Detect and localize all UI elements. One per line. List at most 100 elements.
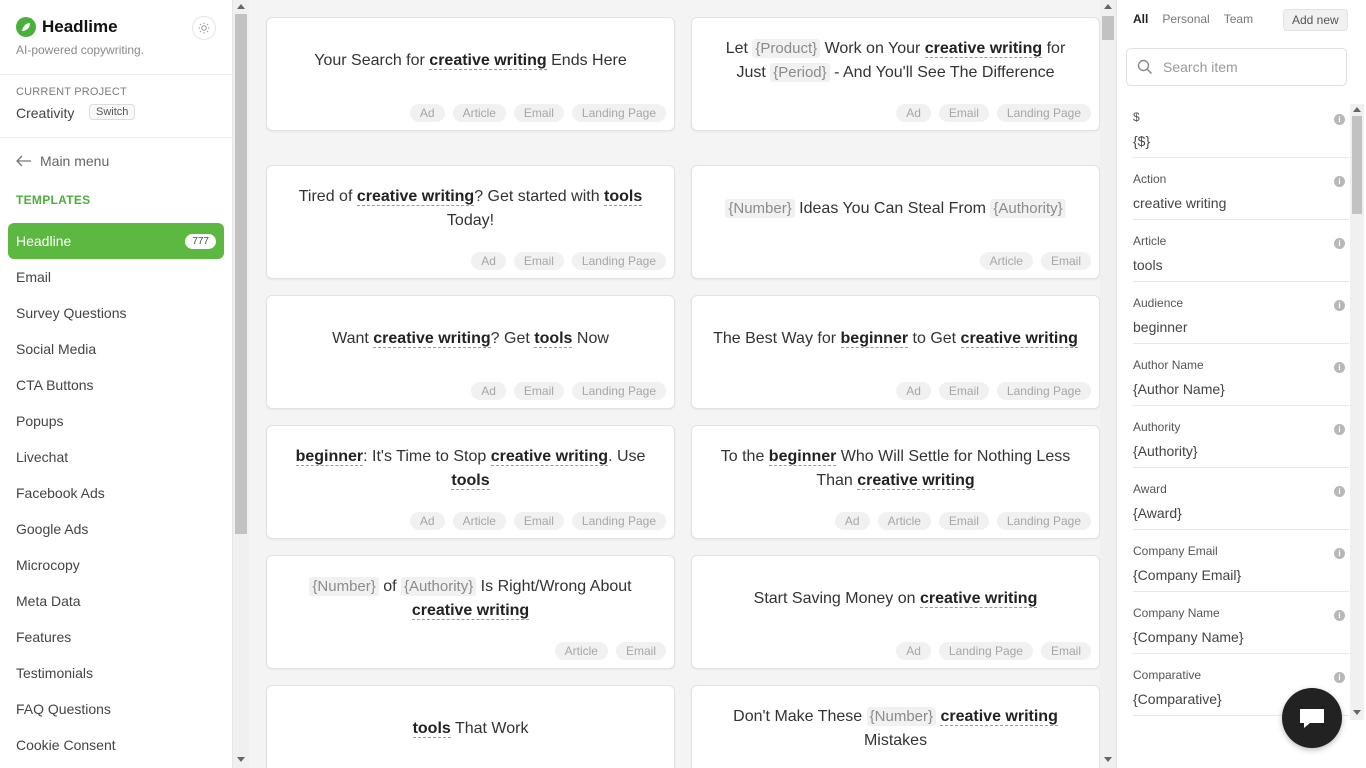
scroll-up-arrow-icon[interactable] xyxy=(1104,4,1112,9)
placeholder-token[interactable]: {Number} xyxy=(309,577,379,596)
tab-personal[interactable]: Personal xyxy=(1162,12,1209,26)
menu-item-features[interactable]: Features xyxy=(8,619,224,655)
scrollbar-thumb[interactable] xyxy=(1102,16,1114,40)
headline-card[interactable]: Don't Make These {Number} creative writi… xyxy=(691,685,1100,768)
tab-all[interactable]: All xyxy=(1133,12,1148,26)
add-new-button[interactable]: Add new xyxy=(1283,9,1348,31)
info-icon[interactable]: i xyxy=(1334,238,1345,249)
variables-scrollbar[interactable] xyxy=(1350,104,1364,720)
variable-value[interactable]: beginner xyxy=(1133,319,1188,335)
variable-item[interactable]: Company Name {Company Name} i xyxy=(1133,592,1349,654)
menu-item-livechat[interactable]: Livechat xyxy=(8,439,224,475)
menu-item-google-ads[interactable]: Google Ads xyxy=(8,511,224,547)
menu-item-popups[interactable]: Popups xyxy=(8,403,224,439)
variable-value[interactable]: creative writing xyxy=(1133,195,1226,211)
menu-item-headline[interactable]: Headline 777 xyxy=(8,223,224,259)
chat-button[interactable] xyxy=(1282,688,1342,748)
scroll-down-arrow-icon[interactable] xyxy=(1353,710,1361,715)
keyword-highlight[interactable]: tools xyxy=(412,720,451,738)
variable-value[interactable]: {Award} xyxy=(1133,505,1182,521)
variable-value[interactable]: tools xyxy=(1133,257,1163,273)
main-menu-link[interactable]: Main menu xyxy=(16,153,109,169)
variable-item[interactable]: $ {$} i xyxy=(1133,96,1349,158)
menu-item-survey-questions[interactable]: Survey Questions xyxy=(8,295,224,331)
menu-item-social-media[interactable]: Social Media xyxy=(8,331,224,367)
variable-item[interactable]: Author Name {Author Name} i xyxy=(1133,344,1349,406)
headline-card[interactable]: {Number} of {Authority} Is Right/Wrong A… xyxy=(266,555,675,669)
variable-item[interactable]: Article tools i xyxy=(1133,220,1349,282)
info-icon[interactable]: i xyxy=(1334,300,1345,311)
scrollbar-thumb[interactable] xyxy=(1352,116,1362,214)
keyword-highlight[interactable]: creative writing xyxy=(960,330,1078,348)
keyword-highlight[interactable]: beginner xyxy=(840,330,909,348)
headline-card[interactable]: The Best Way for beginner to Get creativ… xyxy=(691,295,1100,409)
info-icon[interactable]: i xyxy=(1334,672,1345,683)
keyword-highlight[interactable]: tools xyxy=(534,330,573,348)
headline-card[interactable]: beginner: It's Time to Stop creative wri… xyxy=(266,425,675,539)
headline-card[interactable]: tools That Work xyxy=(266,685,675,768)
variable-value[interactable]: {Authority} xyxy=(1133,443,1198,459)
menu-item-email[interactable]: Email xyxy=(8,259,224,295)
scroll-up-arrow-icon[interactable] xyxy=(237,4,245,9)
menu-item-cta-buttons[interactable]: CTA Buttons xyxy=(8,367,224,403)
info-icon[interactable]: i xyxy=(1334,424,1345,435)
keyword-highlight[interactable]: tools xyxy=(604,188,643,206)
placeholder-token[interactable]: {Authority} xyxy=(401,577,477,596)
info-icon[interactable]: i xyxy=(1334,486,1345,497)
keyword-highlight[interactable]: creative writing xyxy=(356,188,475,206)
keyword-highlight[interactable]: creative writing xyxy=(429,52,547,70)
info-icon[interactable]: i xyxy=(1334,610,1345,621)
headline-card[interactable]: Tired of creative writing? Get started w… xyxy=(266,165,675,279)
variable-item[interactable]: Company Email {Company Email} i xyxy=(1133,530,1349,592)
keyword-highlight[interactable]: creative writing xyxy=(940,708,1058,726)
cards-scrollbar[interactable] xyxy=(1100,0,1116,768)
placeholder-token[interactable]: {Number} xyxy=(866,707,937,726)
info-icon[interactable]: i xyxy=(1334,114,1345,125)
variable-item[interactable]: Authority {Authority} i xyxy=(1133,406,1349,468)
headline-card[interactable]: To the beginner Who Will Settle for Noth… xyxy=(691,425,1100,539)
brand[interactable]: Headlime xyxy=(16,17,118,37)
menu-item-cookie-consent[interactable]: Cookie Consent xyxy=(8,727,224,763)
tab-team[interactable]: Team xyxy=(1224,12,1253,26)
scroll-down-arrow-icon[interactable] xyxy=(237,757,245,762)
switch-project-button[interactable]: Switch xyxy=(89,104,136,120)
keyword-highlight[interactable]: creative writing xyxy=(924,40,1043,58)
headline-card[interactable]: {Number} Ideas You Can Steal From {Autho… xyxy=(691,165,1100,279)
headline-card[interactable]: Start Saving Money on creative writing Ad… xyxy=(691,555,1100,669)
keyword-highlight[interactable]: creative writing xyxy=(373,330,491,348)
variable-item[interactable]: Audience beginner i xyxy=(1133,282,1349,344)
headline-card[interactable]: Let {Product} Work on Your creative writ… xyxy=(691,17,1100,131)
placeholder-token[interactable]: {Product} xyxy=(752,39,821,58)
keyword-highlight[interactable]: creative writing xyxy=(490,448,609,466)
scroll-down-arrow-icon[interactable] xyxy=(1104,757,1112,762)
menu-item-meta-data[interactable]: Meta Data xyxy=(8,583,224,619)
sidebar-scrollbar[interactable] xyxy=(233,0,249,768)
menu-item-faq-questions[interactable]: FAQ Questions xyxy=(8,691,224,727)
info-icon[interactable]: i xyxy=(1334,176,1345,187)
scroll-up-arrow-icon[interactable] xyxy=(1353,107,1361,112)
menu-item-testimonials[interactable]: Testimonials xyxy=(8,655,224,691)
headline-card[interactable]: Your Search for creative writing Ends He… xyxy=(266,17,675,131)
menu-item-facebook-ads[interactable]: Facebook Ads xyxy=(8,475,224,511)
variable-item[interactable]: Action creative writing i xyxy=(1133,158,1349,220)
keyword-highlight[interactable]: beginner xyxy=(295,448,364,466)
variable-value[interactable]: {Company Name} xyxy=(1133,629,1244,645)
keyword-highlight[interactable]: tools xyxy=(451,472,490,490)
info-icon[interactable]: i xyxy=(1334,362,1345,373)
variable-value[interactable]: {Company Email} xyxy=(1133,567,1241,583)
variable-value[interactable]: {Author Name} xyxy=(1133,381,1225,397)
headline-card[interactable]: Want creative writing? Get tools Now Ad Em… xyxy=(266,295,675,409)
variable-item[interactable]: Award {Award} i xyxy=(1133,468,1349,530)
placeholder-token[interactable]: {Period} xyxy=(770,63,830,82)
keyword-highlight[interactable]: creative writing xyxy=(411,602,530,620)
keyword-highlight[interactable]: creative writing xyxy=(919,590,1038,608)
theme-toggle-button[interactable] xyxy=(192,16,216,40)
keyword-highlight[interactable]: creative writing xyxy=(857,472,975,490)
menu-item-microcopy[interactable]: Microcopy xyxy=(8,547,224,583)
keyword-highlight[interactable]: beginner xyxy=(768,448,837,466)
variable-value[interactable]: {Comparative} xyxy=(1133,691,1222,707)
placeholder-token[interactable]: {Authority} xyxy=(990,199,1066,218)
info-icon[interactable]: i xyxy=(1334,548,1345,559)
variable-value[interactable]: {$} xyxy=(1133,133,1150,149)
search-input[interactable]: Search item xyxy=(1126,48,1347,86)
